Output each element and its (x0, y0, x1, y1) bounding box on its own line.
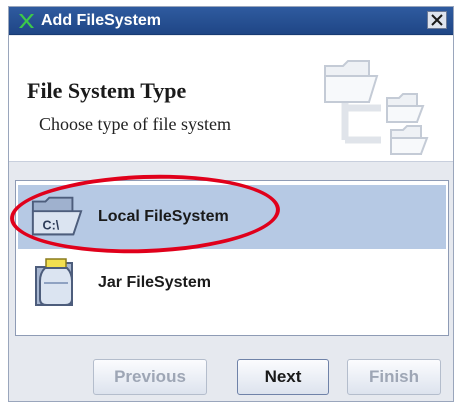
close-icon (431, 14, 443, 26)
list-item-jar-filesystem[interactable]: Jar FileSystem (18, 251, 446, 315)
window-title: Add FileSystem (41, 11, 162, 29)
drive-letter-text: C:\ (43, 219, 60, 233)
jar-icon (30, 257, 84, 309)
list-item-local-filesystem[interactable]: C:\ Local FileSystem (18, 185, 446, 249)
page-title: File System Type (27, 78, 187, 103)
app-icon (15, 10, 37, 32)
list-item-label: Local FileSystem (98, 208, 229, 225)
previous-button[interactable]: Previous (93, 359, 207, 395)
page-subtitle: Choose type of file system (39, 114, 231, 134)
folder-tree-icon (321, 54, 441, 163)
next-button[interactable]: Next (237, 359, 329, 395)
filesystem-type-list: C:\ Local FileSystem Jar FileSystem (8, 170, 449, 336)
close-button[interactable] (427, 11, 447, 29)
finish-button[interactable]: Finish (347, 359, 441, 395)
list-item-label: Jar FileSystem (98, 274, 211, 291)
add-filesystem-dialog: Add FileSystem File System Type Choose t… (8, 6, 454, 402)
wizard-header: File System Type Choose type of file sys… (9, 36, 453, 162)
folder-drive-icon: C:\ (30, 191, 84, 243)
title-bar[interactable]: Add FileSystem (9, 7, 453, 35)
